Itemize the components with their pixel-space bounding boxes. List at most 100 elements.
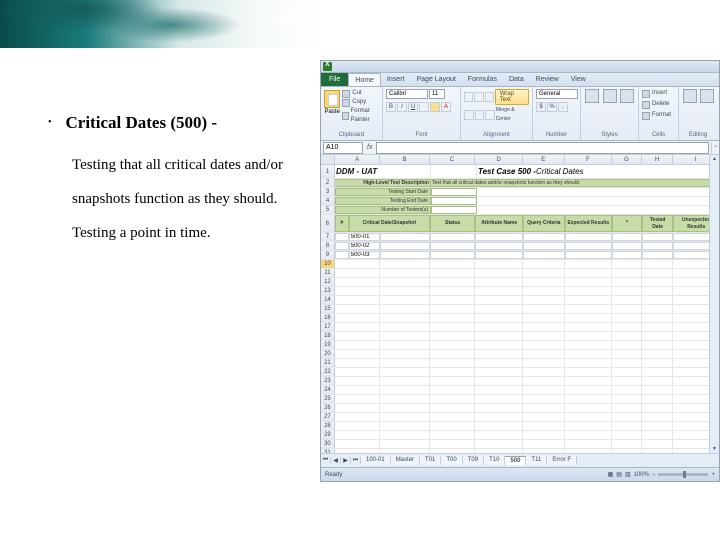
- cell[interactable]: [477, 188, 711, 196]
- cell[interactable]: [475, 386, 523, 394]
- cell[interactable]: [475, 233, 523, 241]
- cell[interactable]: [380, 233, 429, 241]
- copy-button[interactable]: Copy: [342, 98, 379, 107]
- cell[interactable]: [430, 242, 476, 250]
- col-header[interactable]: G: [612, 155, 642, 164]
- row-header[interactable]: 10: [321, 260, 335, 268]
- row-header[interactable]: 30: [321, 440, 335, 448]
- row-header[interactable]: 18: [321, 332, 335, 340]
- cell[interactable]: [523, 305, 565, 313]
- cell[interactable]: [335, 287, 381, 295]
- cell[interactable]: [565, 368, 613, 376]
- cell[interactable]: [612, 251, 642, 259]
- cell[interactable]: [380, 350, 430, 358]
- cell-start-input[interactable]: [431, 188, 477, 196]
- cell[interactable]: [642, 422, 674, 430]
- cell[interactable]: [335, 260, 381, 268]
- cell[interactable]: [642, 287, 674, 295]
- worksheet-grid[interactable]: A B C D E F G H I 1 DDM - UAT Test Case …: [321, 155, 719, 455]
- row-header[interactable]: 25: [321, 395, 335, 403]
- cell[interactable]: [565, 305, 613, 313]
- cell[interactable]: [612, 260, 642, 268]
- cell-th[interactable]: Tested Date: [642, 215, 674, 232]
- sheet-tab[interactable]: 100-01: [361, 456, 391, 465]
- cell[interactable]: [642, 269, 674, 277]
- cell[interactable]: [335, 251, 349, 259]
- cell-th[interactable]: Status: [430, 215, 476, 232]
- cut-button[interactable]: Cut: [342, 89, 379, 98]
- cell[interactable]: [642, 296, 674, 304]
- cell-id[interactable]: 500-03: [349, 251, 381, 259]
- format-painter-button[interactable]: Format Painter: [342, 107, 379, 125]
- row-header[interactable]: 12: [321, 278, 335, 286]
- cell[interactable]: [642, 242, 674, 250]
- ribbon-tab-data[interactable]: Data: [503, 73, 530, 86]
- cell-start-label[interactable]: Testing Start Date: [335, 188, 431, 196]
- view-break-icon[interactable]: ▥: [625, 471, 631, 478]
- cell[interactable]: [612, 377, 642, 385]
- cell[interactable]: [475, 242, 523, 250]
- cell[interactable]: [523, 404, 565, 412]
- cell[interactable]: [612, 350, 642, 358]
- font-name-select[interactable]: Calibri: [386, 89, 428, 99]
- underline-button[interactable]: U: [408, 102, 418, 112]
- cell[interactable]: [523, 296, 565, 304]
- cell[interactable]: [642, 413, 674, 421]
- cell[interactable]: [565, 404, 613, 412]
- cell[interactable]: [523, 359, 565, 367]
- col-header[interactable]: B: [380, 155, 430, 164]
- cell[interactable]: [430, 296, 476, 304]
- cell[interactable]: [380, 332, 430, 340]
- cell[interactable]: [335, 368, 381, 376]
- row-header[interactable]: 20: [321, 350, 335, 358]
- row-header[interactable]: 21: [321, 359, 335, 367]
- align-middle-button[interactable]: [474, 92, 483, 102]
- cell[interactable]: [430, 431, 476, 439]
- cell[interactable]: [565, 377, 613, 385]
- cell[interactable]: [335, 422, 381, 430]
- cell[interactable]: [475, 395, 523, 403]
- cell[interactable]: [380, 440, 430, 448]
- percent-button[interactable]: %: [547, 102, 557, 112]
- row-header[interactable]: 28: [321, 422, 335, 430]
- cell[interactable]: [523, 350, 565, 358]
- row-header[interactable]: 17: [321, 323, 335, 331]
- cell[interactable]: [612, 341, 642, 349]
- row-header[interactable]: 1: [321, 165, 335, 178]
- fill-color-button[interactable]: [430, 102, 440, 112]
- cell[interactable]: [642, 314, 674, 322]
- cell[interactable]: [523, 314, 565, 322]
- cell[interactable]: [565, 287, 613, 295]
- italic-button[interactable]: I: [397, 102, 407, 112]
- cell[interactable]: [612, 395, 642, 403]
- cell[interactable]: [430, 413, 476, 421]
- cell[interactable]: [335, 350, 381, 358]
- format-cells-button[interactable]: Format: [642, 111, 671, 120]
- col-header[interactable]: A: [335, 155, 381, 164]
- cell[interactable]: [565, 413, 613, 421]
- row-header[interactable]: 6: [321, 215, 335, 232]
- cell[interactable]: [612, 431, 642, 439]
- cell[interactable]: [475, 341, 523, 349]
- cell[interactable]: [335, 413, 381, 421]
- row-header[interactable]: 27: [321, 413, 335, 421]
- cell[interactable]: [523, 242, 565, 250]
- cell[interactable]: [380, 404, 430, 412]
- cell[interactable]: [475, 323, 523, 331]
- insert-cells-button[interactable]: Insert: [642, 89, 667, 98]
- cell[interactable]: [642, 251, 674, 259]
- row-header[interactable]: 5: [321, 206, 335, 214]
- cell[interactable]: [335, 377, 381, 385]
- cell[interactable]: [380, 368, 430, 376]
- cell[interactable]: [430, 251, 476, 259]
- cell[interactable]: [335, 341, 381, 349]
- ribbon-tab-pagelayout[interactable]: Page Layout: [410, 73, 461, 86]
- wrap-text-button[interactable]: Wrap Text: [495, 89, 529, 105]
- sheet-tab[interactable]: T09: [463, 456, 484, 465]
- cell[interactable]: [475, 440, 523, 448]
- cell[interactable]: [642, 404, 674, 412]
- sheet-tab[interactable]: Error F: [547, 456, 577, 465]
- col-header[interactable]: F: [565, 155, 613, 164]
- row-header[interactable]: 22: [321, 368, 335, 376]
- col-header[interactable]: D: [475, 155, 523, 164]
